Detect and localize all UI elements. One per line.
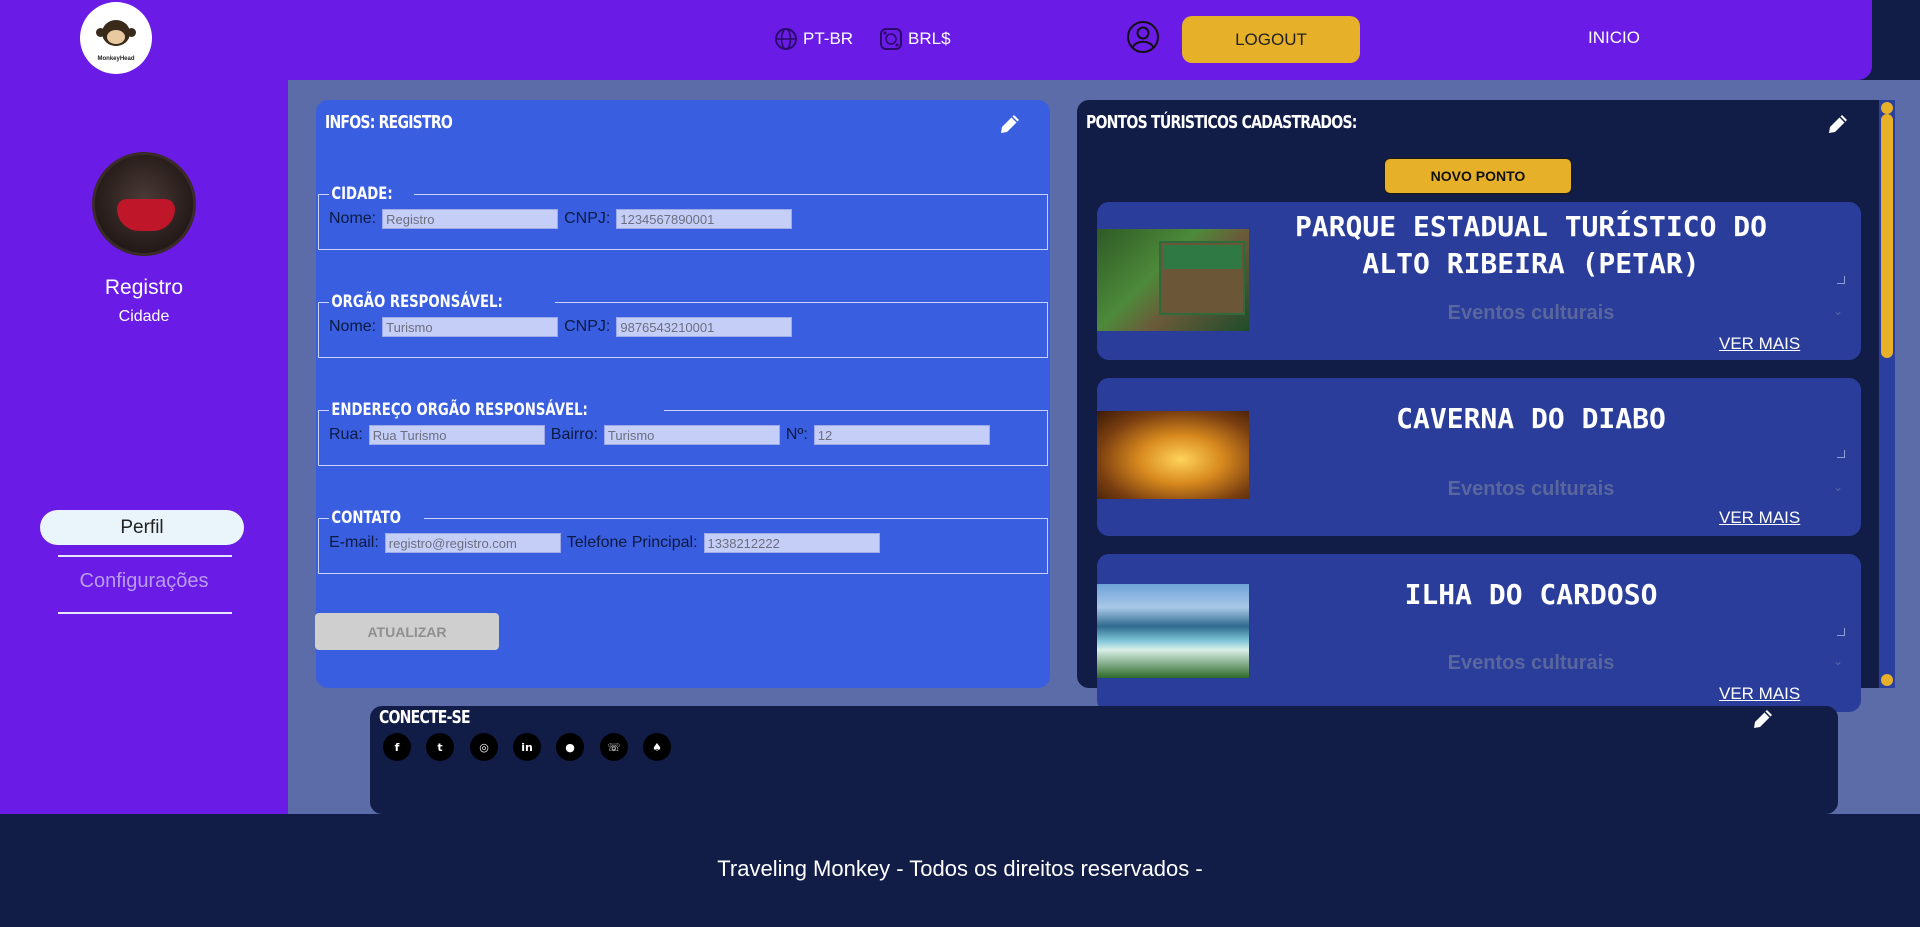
facebook-icon[interactable]: f bbox=[383, 733, 411, 761]
sidebar: Registro Cidade bbox=[0, 80, 288, 814]
divider bbox=[58, 612, 232, 614]
pontos-title: PONTOS TÚRISTICOS CADASTRADOS: bbox=[1086, 112, 1357, 133]
conecte-title: CONECTE-SE bbox=[379, 707, 471, 728]
avatar bbox=[92, 152, 196, 256]
ponto-image bbox=[1097, 411, 1249, 499]
atualizar-button[interactable]: ATUALIZAR bbox=[315, 613, 499, 650]
conecte-panel bbox=[370, 706, 1838, 814]
email-field[interactable] bbox=[384, 533, 561, 553]
chevron-down-icon[interactable]: ⌄ bbox=[1833, 304, 1845, 318]
ponto-category[interactable]: Eventos culturais bbox=[1281, 478, 1781, 501]
globe-icon bbox=[775, 28, 797, 50]
orgao-group: ORGÃO RESPONSÁVEL: Nome: CNPJ: bbox=[318, 292, 1048, 358]
divider bbox=[58, 555, 232, 557]
telefone-label: Telefone Principal: bbox=[566, 534, 698, 551]
ponto-category[interactable]: Eventos culturais bbox=[1281, 652, 1781, 675]
ponto-card[interactable]: ILHA DO CARDOSO Eventos culturais ⌄ VER … bbox=[1097, 554, 1861, 712]
ponto-card[interactable]: PARQUE ESTADUAL TURÍSTICO DO ALTO RIBEIR… bbox=[1097, 202, 1861, 360]
language-label: PT-BR bbox=[803, 29, 854, 48]
ponto-name: ILHA DO CARDOSO bbox=[1404, 578, 1658, 611]
cidade-cnpj-label: CNPJ: bbox=[564, 210, 611, 227]
resize-handle[interactable] bbox=[1837, 276, 1845, 284]
telefone-field[interactable] bbox=[703, 533, 880, 553]
numero-label: Nº: bbox=[785, 426, 808, 443]
language-selector[interactable]: PT-BR bbox=[773, 26, 853, 52]
monkey-icon: MonkeyHead bbox=[96, 20, 136, 62]
ponto-name: CAVERNA DO DIABO bbox=[1396, 402, 1666, 435]
chevron-down-icon[interactable]: ⌄ bbox=[1833, 480, 1845, 494]
endereco-legend: ENDEREÇO ORGÃO RESPONSÁVEL: bbox=[331, 400, 588, 420]
cidade-nome-input[interactable] bbox=[382, 209, 559, 229]
orgao-nome-label: Nome: bbox=[329, 318, 377, 335]
ponto-name: PARQUE ESTADUAL TURÍSTICO DO ALTO RIBEIR… bbox=[1294, 210, 1767, 280]
resize-handle[interactable] bbox=[1837, 450, 1845, 458]
bairro-label: Bairro: bbox=[550, 426, 598, 443]
chevron-down-icon[interactable]: ⌄ bbox=[1833, 654, 1845, 668]
endereco-group: ENDEREÇO ORGÃO RESPONSÁVEL: Rua: Bairro:… bbox=[318, 400, 1048, 466]
ver-mais-link[interactable]: VER MAIS bbox=[1719, 684, 1800, 704]
currency-icon bbox=[880, 28, 902, 50]
github-icon[interactable]: ● bbox=[556, 733, 584, 761]
cidade-nome-label: Nome: bbox=[329, 210, 377, 227]
scrollbar-thumb[interactable] bbox=[1881, 114, 1893, 358]
orgao-cnpj-label: CNPJ: bbox=[564, 318, 611, 335]
orgao-cnpj-input[interactable] bbox=[616, 317, 793, 337]
sidebar-item-configuracoes[interactable]: Configurações bbox=[40, 570, 248, 593]
linkedin-icon[interactable]: in bbox=[513, 733, 541, 761]
edit-icon[interactable] bbox=[997, 111, 1023, 137]
snapchat-icon[interactable]: ♠ bbox=[643, 733, 671, 761]
email-label: E-mail: bbox=[329, 534, 379, 551]
twitter-icon[interactable]: t bbox=[426, 733, 454, 761]
footer-text: Traveling Monkey - Todos os direitos res… bbox=[717, 856, 1203, 881]
bairro-input[interactable] bbox=[603, 425, 780, 445]
instagram-icon[interactable]: ◎ bbox=[470, 733, 498, 761]
logout-button[interactable]: LOGOUT bbox=[1182, 16, 1360, 63]
rua-label: Rua: bbox=[329, 426, 363, 443]
whatsapp-icon[interactable]: ☏ bbox=[600, 733, 628, 761]
ponto-image bbox=[1097, 229, 1249, 331]
sidebar-item-perfil[interactable]: Perfil bbox=[40, 510, 244, 545]
ponto-category[interactable]: Eventos culturais bbox=[1281, 302, 1781, 325]
inicio-link[interactable]: INICIO bbox=[1588, 28, 1640, 48]
ponto-image bbox=[1097, 584, 1249, 678]
rua-input[interactable] bbox=[368, 425, 545, 445]
brand-logo[interactable]: MonkeyHead bbox=[80, 2, 152, 74]
orgao-nome-input[interactable] bbox=[382, 317, 559, 337]
pontos-scrollbar[interactable] bbox=[1879, 100, 1895, 688]
contato-group: CONTATO E-mail: Telefone Principal: bbox=[318, 508, 1048, 574]
numero-input[interactable] bbox=[813, 425, 990, 445]
novo-ponto-button[interactable]: NOVO PONTO bbox=[1384, 158, 1572, 194]
brand-name: MonkeyHead bbox=[97, 56, 135, 62]
edit-icon[interactable] bbox=[1750, 706, 1776, 732]
resize-handle[interactable] bbox=[1837, 628, 1845, 636]
ver-mais-link[interactable]: VER MAIS bbox=[1719, 334, 1800, 354]
currency-label: BRL$ bbox=[908, 29, 951, 48]
contato-legend: CONTATO bbox=[331, 508, 402, 528]
info-card-title: INFOS: REGISTRO bbox=[325, 112, 453, 133]
ver-mais-link[interactable]: VER MAIS bbox=[1719, 508, 1800, 528]
cidade-legend: CIDADE: bbox=[331, 184, 393, 204]
cidade-group: CIDADE: Nome: CNPJ: bbox=[318, 184, 1048, 250]
orgao-legend: ORGÃO RESPONSÁVEL: bbox=[331, 292, 503, 312]
edit-icon[interactable] bbox=[1825, 111, 1851, 137]
currency-selector[interactable]: BRL$ bbox=[878, 26, 951, 52]
ponto-card[interactable]: CAVERNA DO DIABO Eventos culturais ⌄ VER… bbox=[1097, 378, 1861, 536]
user-role: Cidade bbox=[118, 308, 170, 325]
cidade-cnpj-input[interactable] bbox=[616, 209, 793, 229]
user-name: Registro bbox=[104, 276, 184, 299]
user-profile-icon[interactable] bbox=[1126, 20, 1160, 54]
